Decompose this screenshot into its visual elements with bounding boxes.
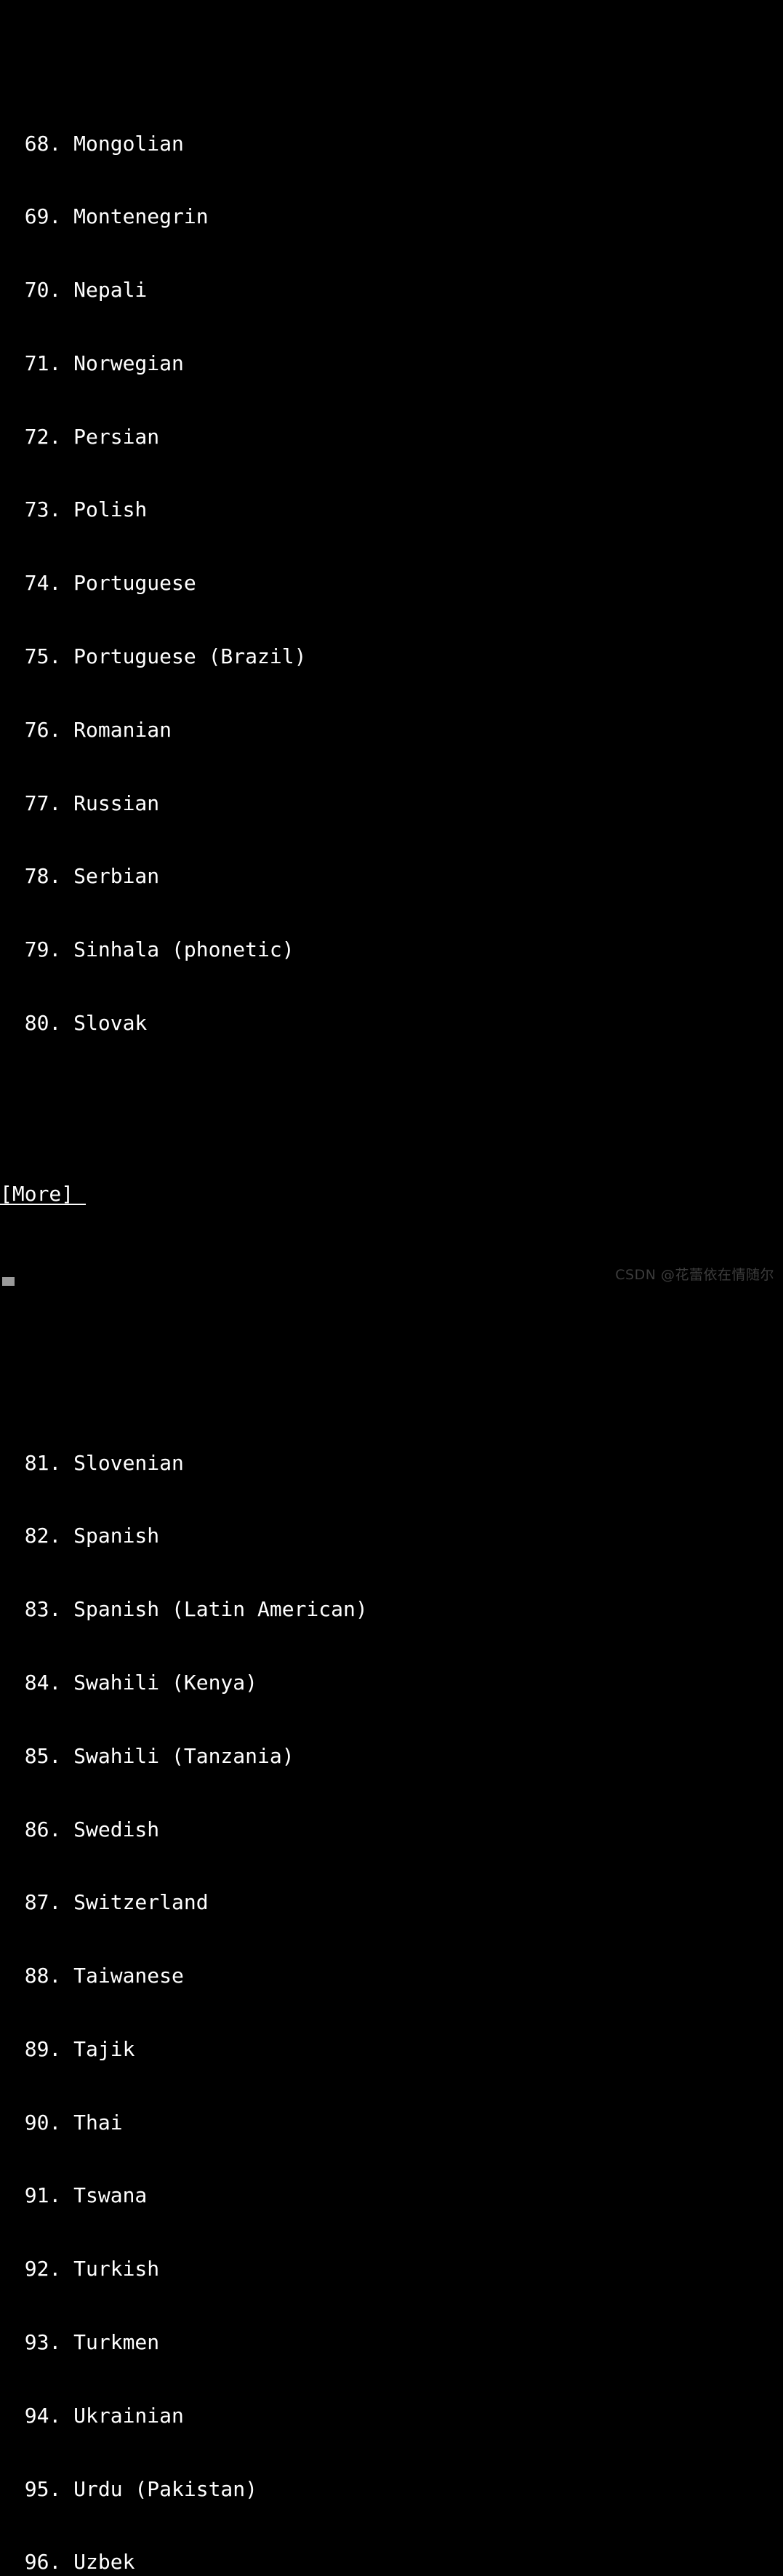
list-item: 88. Taiwanese	[0, 1964, 184, 1988]
list-item: 69. Montenegrin	[0, 204, 209, 229]
list-item: 94. Ukrainian	[0, 2403, 184, 2428]
list-item: 91. Tswana	[0, 2183, 148, 2208]
list-item: 76. Romanian	[0, 717, 172, 742]
more-pager-label: [More]	[0, 1182, 87, 1207]
list-item: 83. Spanish (Latin American)	[0, 1597, 368, 1622]
list-item: 82. Spanish	[0, 1524, 160, 1548]
list-item: 68. Mongolian	[0, 131, 184, 156]
list-item: 85. Swahili (Tanzania)	[0, 1743, 294, 1768]
list-item: 80. Slovak	[0, 1010, 148, 1035]
list-item: 92. Turkish	[0, 2257, 160, 2281]
list-item: 95. Urdu (Pakistan)	[0, 2476, 258, 2501]
list-item: 93. Turkmen	[0, 2330, 160, 2354]
list-item: 73. Polish	[0, 497, 148, 522]
language-list-page-1: 68. Mongolian 69. Montenegrin 70. Nepali…	[0, 82, 783, 1084]
csdn-watermark: CSDN @花蕾依在情随尔	[615, 1267, 774, 1283]
list-item: 74. Portuguese	[0, 571, 196, 596]
list-item: 81. Slovenian	[0, 1450, 184, 1475]
terminal-output: 68. Mongolian 69. Montenegrin 70. Nepali…	[0, 0, 783, 2576]
list-item: 87. Switzerland	[0, 1890, 209, 1915]
language-list-page-2: 81. Slovenian 82. Spanish 83. Spanish (L…	[0, 1401, 783, 2576]
list-item: 79. Sinhala (phonetic)	[0, 937, 294, 962]
list-item: 78. Serbian	[0, 864, 160, 889]
terminal-cursor	[2, 1277, 15, 1286]
list-item: 75. Portuguese (Brazil)	[0, 644, 307, 669]
list-item: 89. Tajik	[0, 2036, 135, 2061]
list-item: 84. Swahili (Kenya)	[0, 1670, 258, 1695]
more-pager-prompt[interactable]: [More]	[0, 1182, 783, 1207]
list-item: 86. Swedish	[0, 1817, 160, 1841]
list-item: 90. Thai	[0, 2110, 123, 2135]
list-item: 71. Norwegian	[0, 351, 184, 375]
list-item: 77. Russian	[0, 791, 160, 815]
list-item: 70. Nepali	[0, 278, 148, 303]
list-item: 96. Uzbek	[0, 2550, 135, 2575]
list-item: 72. Persian	[0, 424, 160, 449]
